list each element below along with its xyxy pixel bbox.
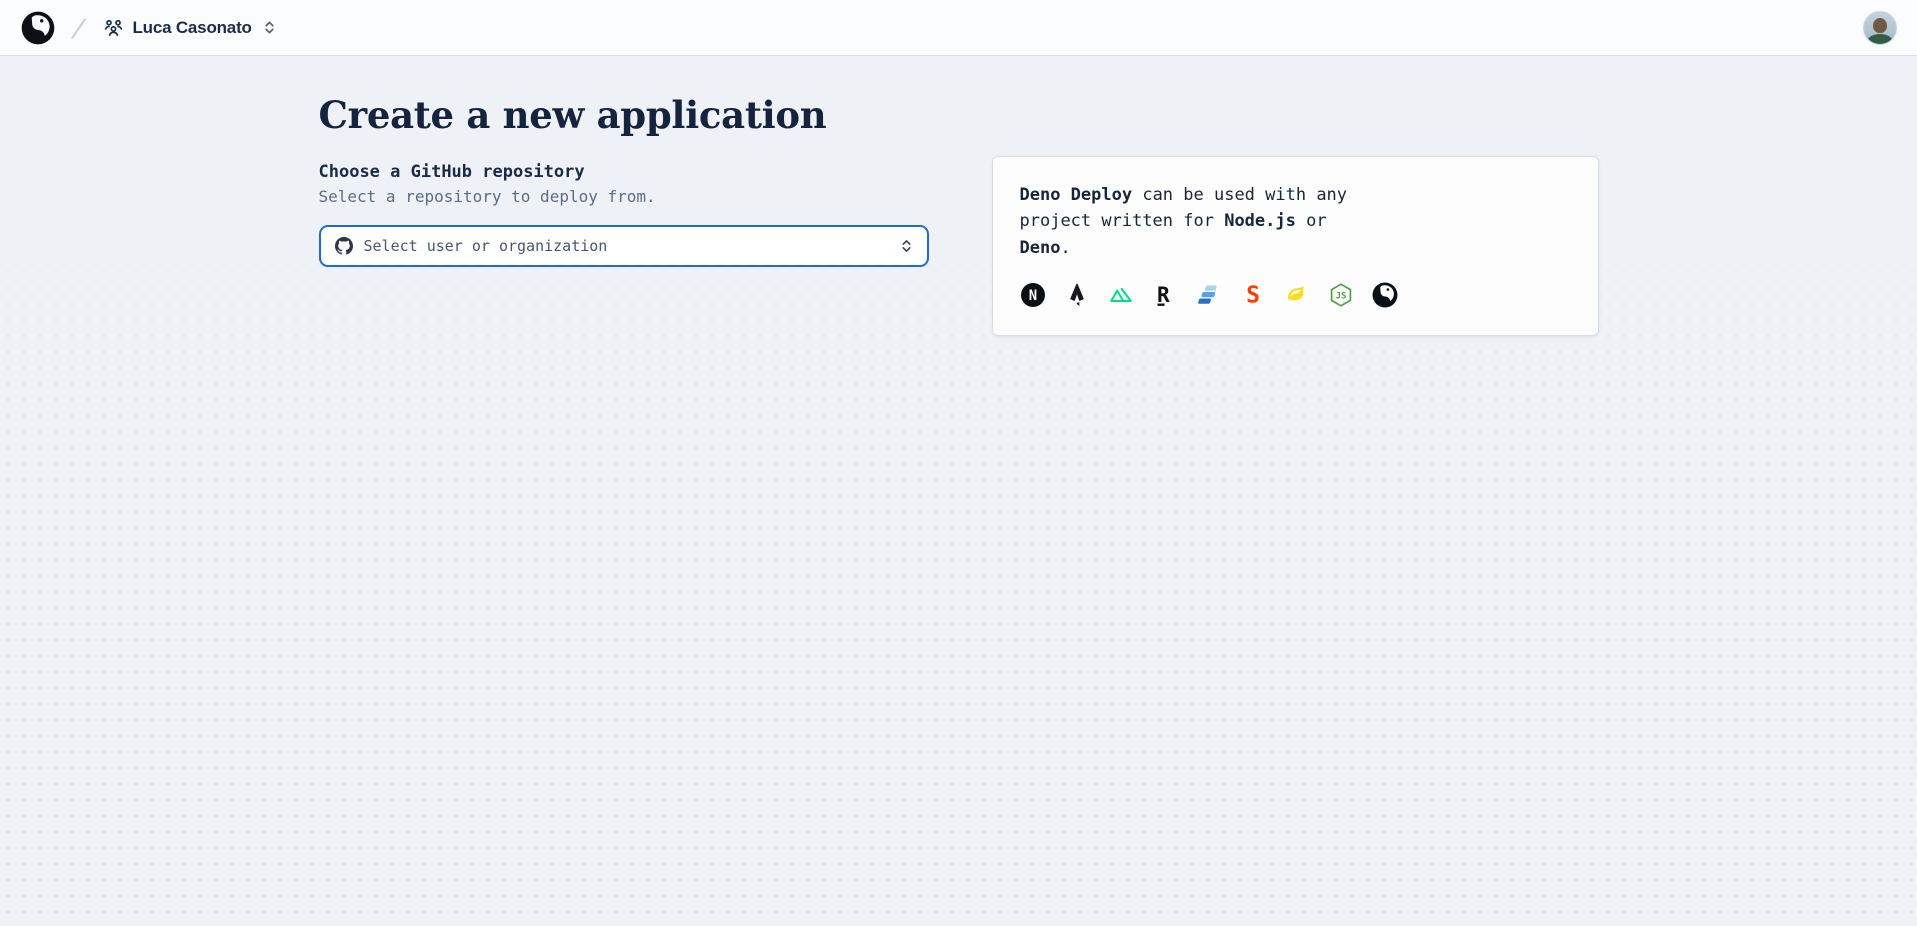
select-placeholder: Select user or organization bbox=[364, 237, 889, 255]
github-icon bbox=[335, 237, 353, 255]
nodejs-icon: JS bbox=[1328, 282, 1354, 308]
repo-picker-label: Choose a GitHub repository bbox=[319, 161, 929, 183]
nuxt-icon bbox=[1108, 282, 1134, 308]
page-title: Create a new application bbox=[319, 93, 1599, 137]
astro-icon bbox=[1064, 282, 1090, 308]
info-card-text-segment: or bbox=[1296, 211, 1327, 231]
breadcrumb-org-name: Luca Casonato bbox=[132, 18, 251, 38]
chevron-up-down-icon bbox=[900, 238, 913, 254]
info-card-text-segment: Deno bbox=[1020, 238, 1061, 258]
framework-icons-row: N R S JS bbox=[1020, 282, 1571, 308]
chevron-up-down-icon bbox=[261, 20, 276, 35]
info-card-text-segment: . bbox=[1060, 238, 1070, 258]
deno-deploy-info-card: Deno Deploy can be used with any project… bbox=[992, 156, 1599, 336]
svg-text:N: N bbox=[1028, 288, 1036, 304]
deno-logo[interactable] bbox=[20, 10, 56, 46]
info-card-text-segment: Deno Deploy bbox=[1020, 185, 1133, 205]
deno-deploy-app: / Luca Casonato bbox=[0, 0, 1917, 926]
remix-icon: R bbox=[1152, 282, 1178, 308]
nextjs-icon: N bbox=[1020, 282, 1046, 308]
breadcrumb-slash: / bbox=[69, 14, 89, 42]
repo-picker-section: Choose a GitHub repository Select a repo… bbox=[319, 161, 929, 267]
org-switcher[interactable]: Luca Casonato bbox=[96, 12, 283, 44]
org-select-dropdown[interactable]: Select user or organization bbox=[319, 225, 929, 267]
svg-text:S: S bbox=[1246, 283, 1260, 309]
deno-dinosaur-icon bbox=[21, 11, 55, 45]
fresh-icon bbox=[1284, 282, 1310, 308]
svelte-icon: S bbox=[1240, 282, 1266, 308]
repo-picker-description: Select a repository to deploy from. bbox=[319, 187, 929, 208]
top-navbar: / Luca Casonato bbox=[0, 0, 1917, 56]
user-avatar[interactable] bbox=[1863, 11, 1897, 45]
organization-people-icon bbox=[104, 18, 123, 37]
svg-text:R: R bbox=[1157, 283, 1170, 307]
main-content: Create a new application Choose a GitHub… bbox=[319, 56, 1599, 336]
info-card-text-segment: Node.js bbox=[1224, 211, 1296, 231]
deno-icon bbox=[1372, 282, 1398, 308]
info-card-text: Deno Deploy can be used with any project… bbox=[1020, 182, 1372, 261]
svg-text:JS: JS bbox=[1335, 292, 1346, 302]
solidstart-icon bbox=[1196, 282, 1222, 308]
